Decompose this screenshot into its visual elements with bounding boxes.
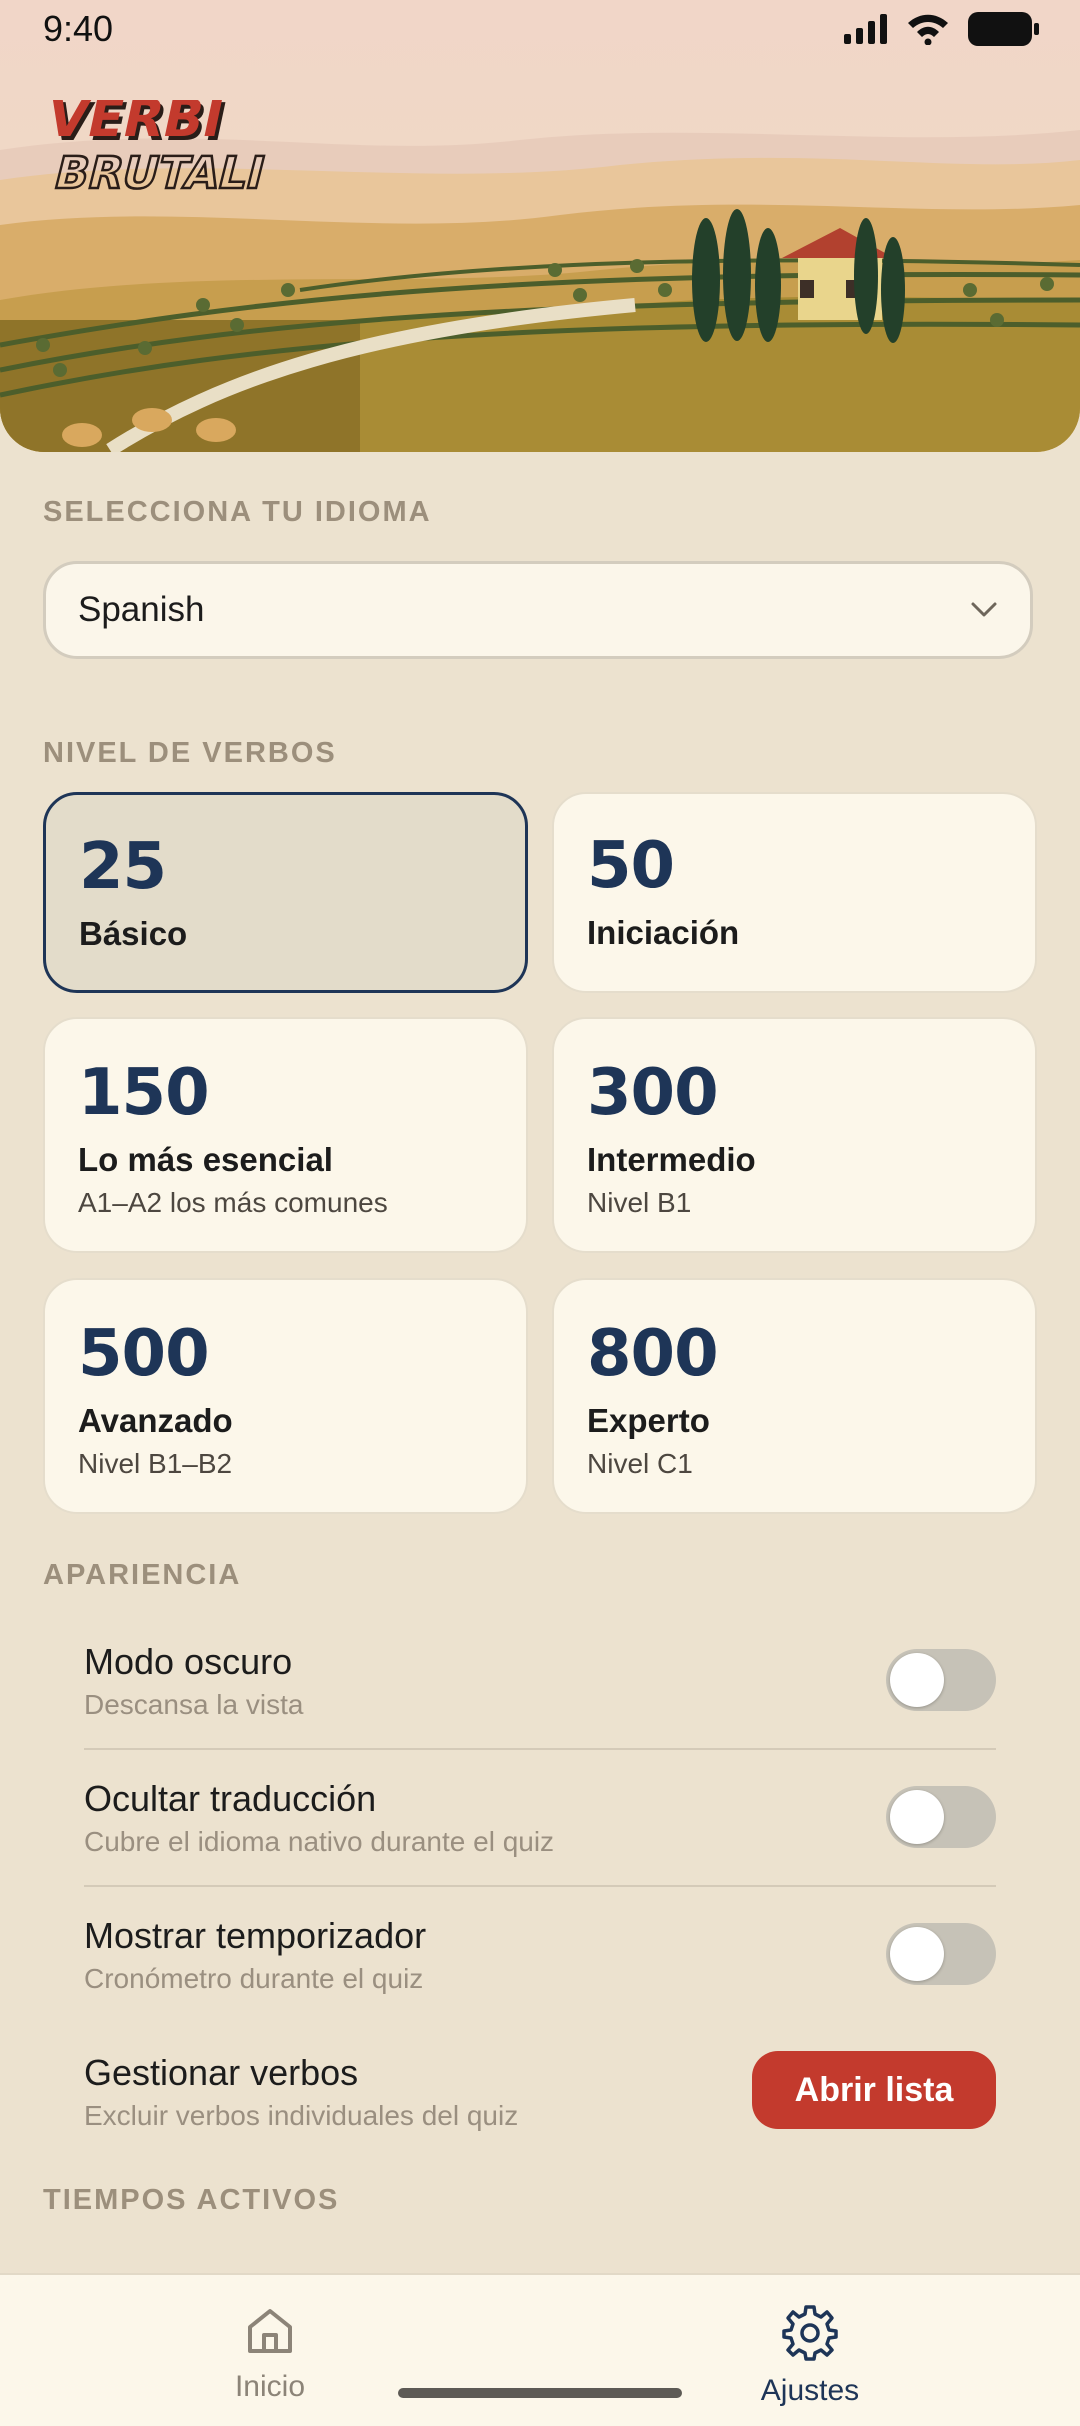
tenses-section-label: TIEMPOS ACTIVOS xyxy=(43,2184,340,2216)
nav-label: Inicio xyxy=(234,2370,306,2403)
divider xyxy=(84,1885,996,1887)
nav-item-ajustes[interactable]: Ajustes xyxy=(710,2303,910,2408)
svg-text:BRUTALI: BRUTALI xyxy=(52,148,270,199)
level-card-50[interactable]: 50 Iniciación xyxy=(552,792,1037,993)
wifi-icon xyxy=(908,14,948,45)
level-subtitle: A1–A2 los más comunes xyxy=(78,1187,388,1218)
nav-label: Ajustes xyxy=(760,2374,860,2407)
language-section-label: SELECCIONA TU IDIOMA xyxy=(43,496,432,528)
level-title: Lo más esencial xyxy=(78,1141,333,1178)
level-title: Básico xyxy=(79,915,188,952)
level-title: Intermedio xyxy=(587,1141,756,1178)
level-card-500[interactable]: 500 Avanzado Nivel B1–B2 xyxy=(43,1278,528,1514)
level-title: Iniciación xyxy=(587,914,740,951)
show-timer-toggle[interactable] xyxy=(886,1923,996,1985)
bottom-nav: Inicio Ajustes xyxy=(0,2273,1080,2426)
open-list-button[interactable]: Abrir lista xyxy=(752,2051,996,2129)
levels-section-label: NIVEL DE VERBOS xyxy=(43,737,337,769)
level-title: Experto xyxy=(587,1402,710,1439)
setting-subtitle: Cronómetro durante el quiz xyxy=(84,1963,424,1994)
status-bar: 9:40 xyxy=(0,0,1080,62)
level-count: 50 xyxy=(587,829,675,903)
setting-dark-mode: Modo oscuro Descansa la vista xyxy=(84,1641,996,1721)
hero-banner: VERBI VERBI BRUTALI xyxy=(0,0,1080,452)
level-card-25[interactable]: 25 Básico xyxy=(43,792,528,993)
level-count: 25 xyxy=(79,830,167,904)
level-card-800[interactable]: 800 Experto Nivel C1 xyxy=(552,1278,1037,1514)
level-count: 500 xyxy=(78,1317,210,1391)
svg-text:VERBI: VERBI xyxy=(52,100,229,149)
chevron-down-icon xyxy=(971,602,997,617)
level-card-300[interactable]: 300 Intermedio Nivel B1 xyxy=(552,1017,1037,1253)
setting-subtitle: Cubre el idioma nativo durante el quiz xyxy=(84,1826,555,1857)
setting-subtitle: Descansa la vista xyxy=(84,1689,304,1720)
toggle-knob xyxy=(890,1653,944,1707)
level-count: 150 xyxy=(78,1056,210,1130)
language-select[interactable]: Spanish xyxy=(43,561,1033,659)
battery-icon xyxy=(968,12,1039,46)
toggle-knob xyxy=(890,1790,944,1844)
setting-title: Mostrar temporizador xyxy=(84,1915,427,1956)
setting-title: Modo oscuro xyxy=(84,1641,293,1682)
level-subtitle: Nivel C1 xyxy=(587,1448,693,1479)
toggle-knob xyxy=(890,1927,944,1981)
language-selected-value: Spanish xyxy=(78,590,205,629)
level-subtitle: Nivel B1–B2 xyxy=(78,1448,233,1479)
signal-icon xyxy=(844,14,887,44)
setting-show-timer: Mostrar temporizador Cronómetro durante … xyxy=(84,1915,996,1995)
appearance-section-label: APARIENCIA xyxy=(43,1559,242,1591)
home-icon xyxy=(248,2309,292,2353)
dark-mode-toggle[interactable] xyxy=(886,1649,996,1711)
gear-icon xyxy=(782,2305,838,2361)
setting-title: Ocultar traducción xyxy=(84,1778,377,1819)
setting-hide-translation: Ocultar traducción Cubre el idioma nativ… xyxy=(84,1778,996,1858)
level-count: 300 xyxy=(587,1056,719,1130)
hide-translation-toggle[interactable] xyxy=(886,1786,996,1848)
level-card-150[interactable]: 150 Lo más esencial A1–A2 los más comune… xyxy=(43,1017,528,1253)
status-time: 9:40 xyxy=(43,8,114,49)
level-subtitle: Nivel B1 xyxy=(587,1187,692,1218)
divider xyxy=(84,1748,996,1750)
app-logo: VERBI VERBI BRUTALI xyxy=(52,100,292,200)
level-count: 800 xyxy=(587,1317,719,1391)
home-indicator xyxy=(398,2388,682,2398)
nav-item-inicio[interactable]: Inicio xyxy=(170,2303,370,2404)
level-title: Avanzado xyxy=(78,1402,233,1439)
